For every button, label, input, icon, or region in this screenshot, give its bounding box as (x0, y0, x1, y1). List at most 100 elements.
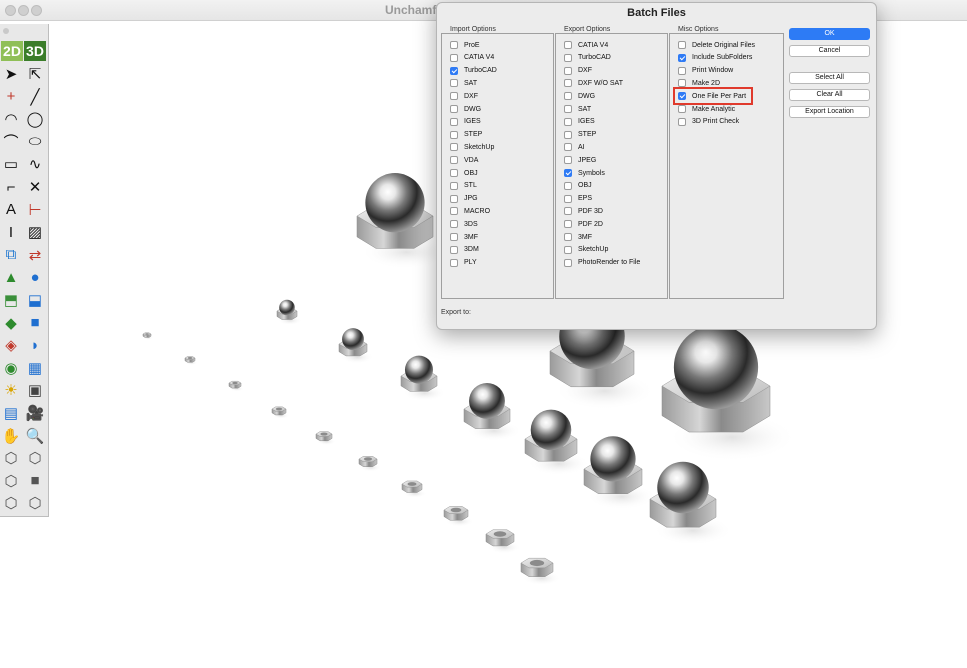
import-option[interactable]: JPG (450, 193, 478, 205)
import-checkbox[interactable] (450, 181, 458, 190)
import-option[interactable]: DWG (450, 103, 481, 115)
fillet-3d-icon[interactable]: ◗ (25, 335, 45, 355)
export-checkbox[interactable] (564, 66, 572, 75)
import-checkbox[interactable] (450, 258, 458, 267)
close-window-button[interactable] (5, 5, 16, 16)
iso-view-icon[interactable]: ⬡ (1, 448, 21, 468)
export-option[interactable]: SAT (564, 103, 591, 115)
palette-close-dot[interactable] (3, 28, 9, 34)
export-option[interactable]: PDF 2D (564, 218, 603, 230)
export-option[interactable]: DXF W/O SAT (564, 77, 623, 89)
zoom-icon[interactable]: 🔍 (25, 426, 45, 446)
misc-checkbox[interactable] (678, 41, 686, 49)
cancel-button[interactable]: Cancel (789, 45, 870, 57)
import-option[interactable]: STL (450, 180, 477, 192)
import-option[interactable]: ProE (450, 39, 480, 51)
import-option[interactable]: 3DS (450, 218, 478, 230)
import-option[interactable]: IGES (450, 116, 481, 128)
export-checkbox[interactable] (564, 130, 572, 139)
zoom-window-button[interactable] (31, 5, 42, 16)
export-checkbox[interactable] (564, 92, 572, 101)
select-all-button[interactable]: Select All (789, 72, 870, 84)
point-icon[interactable]: + (1, 87, 21, 107)
export-checkbox[interactable] (564, 156, 572, 165)
export-option[interactable]: TurboCAD (564, 52, 611, 64)
circle-icon[interactable]: ◯ (25, 109, 45, 129)
import-checkbox[interactable] (450, 41, 458, 49)
mirror-icon[interactable]: ⇄ (25, 245, 45, 265)
export-checkbox[interactable] (564, 169, 572, 177)
export-option[interactable]: DWG (564, 90, 595, 102)
misc-option[interactable]: 3D Print Check (678, 116, 739, 128)
mode-3d-button[interactable]: 3D (24, 41, 46, 61)
shell-icon[interactable]: ◈ (1, 335, 21, 355)
import-checkbox[interactable] (450, 79, 458, 88)
import-checkbox[interactable] (450, 194, 458, 203)
spline-icon[interactable]: ∿ (25, 154, 45, 174)
export-option[interactable]: DXF (564, 65, 592, 77)
export-option[interactable]: PDF 3D (564, 205, 603, 217)
arc-icon[interactable]: ◠ (1, 109, 21, 129)
misc-option[interactable]: Delete Original Files (678, 39, 755, 51)
minimize-window-button[interactable] (18, 5, 29, 16)
line-icon[interactable]: ╱ (25, 87, 45, 107)
export-checkbox[interactable] (564, 181, 572, 190)
loft-icon[interactable]: ◆ (1, 313, 21, 333)
export-option[interactable]: IGES (564, 116, 595, 128)
export-option[interactable]: 3MF (564, 231, 592, 243)
rectangle-icon[interactable]: ▭ (1, 154, 21, 174)
cube-icon[interactable]: ■ (25, 313, 45, 333)
ok-button[interactable]: OK (789, 28, 870, 40)
import-checkbox[interactable] (450, 130, 458, 139)
export-checkbox[interactable] (564, 143, 572, 152)
export-option[interactable]: CATIA V4 (564, 39, 608, 51)
import-option[interactable]: MACRO (450, 205, 490, 217)
export-option[interactable]: STEP (564, 129, 596, 141)
light-icon[interactable]: ☀ (1, 380, 21, 400)
curve-icon[interactable]: ⌒ (1, 132, 21, 152)
export-option[interactable]: PhotoRender to File (564, 257, 640, 269)
import-option[interactable]: PLY (450, 257, 477, 269)
text-icon[interactable]: A (1, 200, 21, 220)
pan-hand-icon[interactable]: ✋ (1, 426, 21, 446)
misc-checkbox[interactable] (678, 53, 686, 62)
import-checkbox[interactable] (450, 117, 458, 126)
export-option[interactable]: EPS (564, 193, 592, 205)
clear-all-button[interactable]: Clear All (789, 89, 870, 101)
import-checkbox[interactable] (450, 92, 458, 101)
extrude-icon[interactable]: ⬒ (1, 290, 21, 310)
misc-option[interactable]: Print Window (678, 65, 733, 77)
side-view-icon[interactable]: ⬡ (1, 471, 21, 491)
export-checkbox[interactable] (564, 233, 572, 241)
misc-checkbox[interactable] (678, 117, 686, 126)
export-option[interactable]: AI (564, 141, 585, 153)
import-checkbox[interactable] (450, 169, 458, 177)
assembly-icon[interactable]: ▦ (25, 358, 45, 378)
misc-option[interactable]: Include SubFolders (678, 52, 752, 64)
export-checkbox[interactable] (564, 258, 572, 267)
export-checkbox[interactable] (564, 105, 572, 113)
mode-2d-button[interactable]: 2D (1, 41, 23, 61)
arrow-outline-select-icon[interactable]: ⇱ (25, 64, 45, 84)
export-checkbox[interactable] (564, 53, 572, 62)
export-checkbox[interactable] (564, 220, 572, 229)
import-checkbox[interactable] (450, 220, 458, 229)
front-view-icon[interactable]: ⬡ (25, 448, 45, 468)
import-checkbox[interactable] (450, 105, 458, 113)
export-checkbox[interactable] (564, 79, 572, 88)
import-option[interactable]: 3DM (450, 244, 479, 256)
shaded-cube-icon[interactable]: ■ (25, 471, 45, 491)
export-checkbox[interactable] (564, 41, 572, 49)
import-option[interactable]: STEP (450, 129, 482, 141)
import-checkbox[interactable] (450, 156, 458, 165)
export-option[interactable]: Symbols (564, 167, 605, 179)
export-checkbox[interactable] (564, 245, 572, 254)
render-icon[interactable]: ◉ (1, 358, 21, 378)
import-option[interactable]: OBJ (450, 167, 478, 179)
import-option[interactable]: TurboCAD (450, 65, 497, 77)
transform-icon[interactable]: ⧉ (1, 245, 21, 265)
import-checkbox[interactable] (450, 245, 458, 254)
hatch-icon[interactable]: ▨ (25, 222, 45, 242)
import-option[interactable]: DXF (450, 90, 478, 102)
export-checkbox[interactable] (564, 194, 572, 203)
